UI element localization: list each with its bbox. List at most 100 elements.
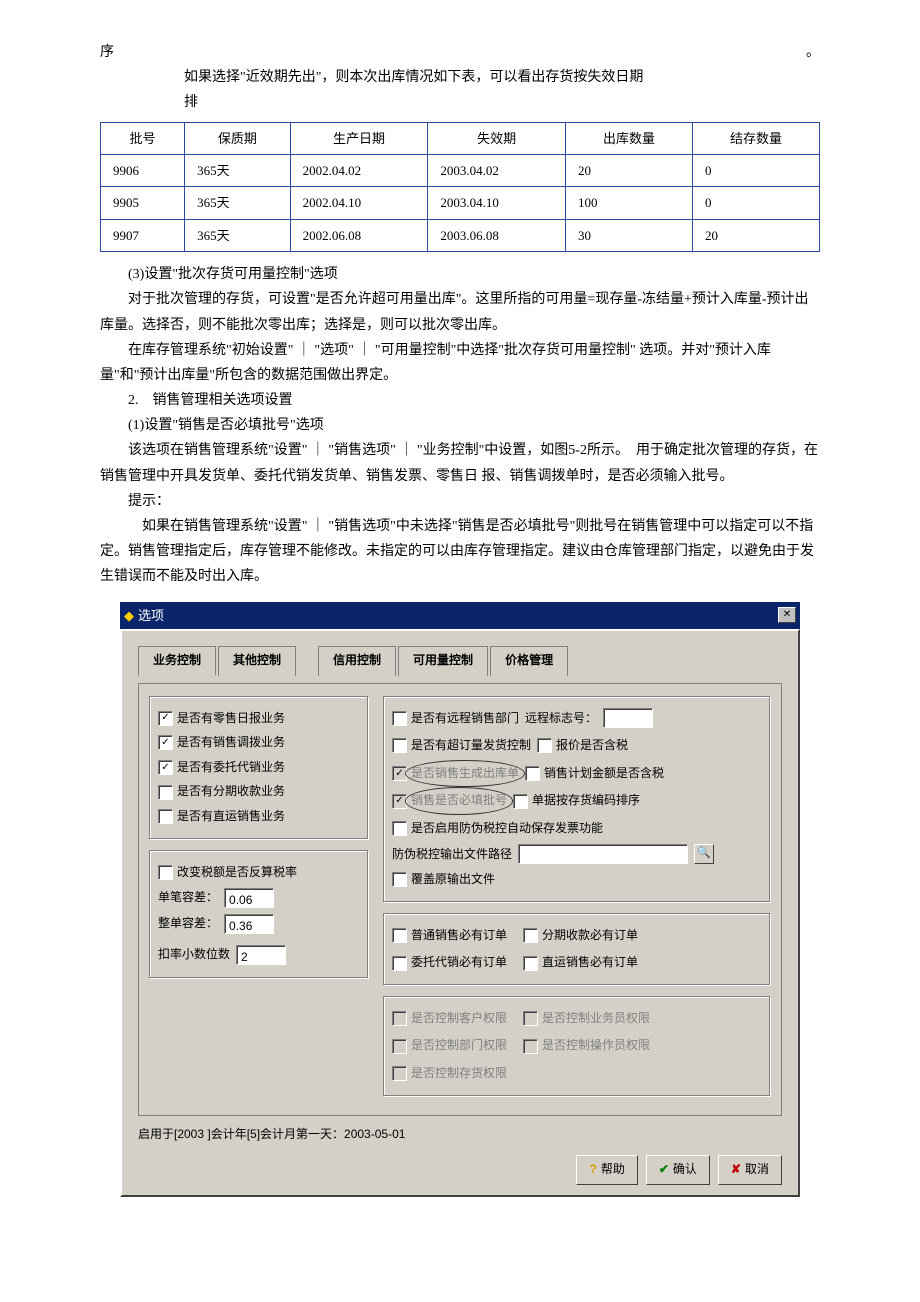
checkbox-icon bbox=[392, 766, 407, 781]
field-label: 单笔容差： bbox=[158, 887, 218, 909]
screenshot-dialog: ◆选项 ✕ 业务控制其他控制信用控制可用量控制价格管理 是否有零售日报业务是否有… bbox=[120, 602, 800, 1197]
checkbox-row[interactable]: 是否有超订量发货控制 bbox=[392, 735, 531, 757]
table-cell: 2002.04.02 bbox=[290, 154, 428, 186]
checkbox-row[interactable]: 是否启用防伪税控自动保存发票功能 bbox=[392, 818, 762, 840]
table-cell: 0 bbox=[692, 187, 819, 219]
checkbox-icon bbox=[392, 821, 407, 836]
rate-dec-row: 扣率小数位数 2 bbox=[158, 944, 360, 966]
checkbox-row[interactable]: 普通销售必有订单 bbox=[392, 925, 507, 947]
tab-4[interactable]: 价格管理 bbox=[490, 646, 568, 676]
doc-para: 提示： bbox=[100, 489, 820, 514]
check-label: 是否控制业务员权限 bbox=[542, 1008, 650, 1030]
checkbox-row[interactable]: 是否有零售日报业务 bbox=[158, 708, 360, 730]
checkbox-row[interactable]: 直运销售必有订单 bbox=[523, 952, 638, 974]
checkbox-icon bbox=[158, 760, 173, 775]
whole-diff-input[interactable]: 0.36 bbox=[224, 914, 274, 934]
checkbox-row[interactable]: 是否有远程销售部门 bbox=[392, 708, 519, 730]
right-group-b: 普通销售必有订单分期收款必有订单委托代销必有订单 直运销售必有订单 bbox=[383, 913, 771, 986]
checkbox-row[interactable]: 是否有委托代销业务 bbox=[158, 757, 360, 779]
doc-line: 排 bbox=[100, 90, 820, 115]
check-label: 是否控制操作员权限 bbox=[542, 1035, 650, 1057]
remote-flag-input[interactable] bbox=[603, 708, 653, 728]
check-composite-row: 销售是否必填批号 单据按存货编码排序 bbox=[392, 787, 762, 815]
titlebar: ◆ 选项 ✕ bbox=[120, 602, 800, 629]
rate-dec-input[interactable]: 2 bbox=[236, 945, 286, 965]
check-label: 报价是否含税 bbox=[556, 735, 628, 757]
help-icon: ? bbox=[589, 1159, 596, 1181]
tab-0[interactable]: 业务控制 bbox=[138, 646, 216, 676]
check-label: 是否有远程销售部门 bbox=[411, 708, 519, 730]
close-button[interactable]: ✕ bbox=[778, 607, 796, 623]
check-label: 是否控制存货权限 bbox=[411, 1063, 507, 1085]
effective-date-line: 启用于[2003 ]会计年[5]会计月第一天：2003-05-01 bbox=[138, 1124, 782, 1146]
check-pair-row: 是否控制存货权限 bbox=[392, 1060, 762, 1088]
cancel-button[interactable]: ✘取消 bbox=[718, 1155, 782, 1185]
check-composite-row: 是否销售生成出库单销售计划金额是否含税 bbox=[392, 760, 762, 788]
check-label: 委托代销必有订单 bbox=[411, 952, 507, 974]
doc-frag: 。 bbox=[806, 40, 820, 65]
table-cell: 9907 bbox=[101, 219, 185, 251]
app-icon: ◆ bbox=[124, 608, 134, 623]
checkbox-row[interactable]: 单据按存货编码排序 bbox=[513, 790, 640, 812]
table-cell: 2003.06.08 bbox=[428, 219, 566, 251]
table-cell: 30 bbox=[566, 219, 693, 251]
checkbox-row[interactable]: 覆盖原输出文件 bbox=[392, 869, 762, 891]
checkbox-icon bbox=[158, 865, 173, 880]
dialog-body: 业务控制其他控制信用控制可用量控制价格管理 是否有零售日报业务是否有销售调拨业务… bbox=[120, 629, 800, 1197]
checkbox-row[interactable]: 是否有销售调拨业务 bbox=[158, 732, 360, 754]
checkbox-icon bbox=[523, 928, 538, 943]
single-diff-row: 单笔容差： 0.06 bbox=[158, 887, 360, 909]
checkbox-icon bbox=[392, 928, 407, 943]
check-label: 单据按存货编码排序 bbox=[532, 790, 640, 812]
checkbox-row[interactable]: 是否有直运销售业务 bbox=[158, 806, 360, 828]
anti-tax-path-row: 防伪税控输出文件路径🔍 bbox=[392, 844, 762, 866]
table-row: 9905365天2002.04.102003.04.101000 bbox=[101, 187, 820, 219]
checkbox-icon bbox=[158, 785, 173, 800]
single-diff-input[interactable]: 0.06 bbox=[224, 888, 274, 908]
table-cell: 9905 bbox=[101, 187, 185, 219]
checkbox-row[interactable]: 销售计划金额是否含税 bbox=[525, 763, 664, 785]
doc-para: 在库存管理系统"初始设置" ｜ "选项" ｜ "可用量控制"中选择"批次存货可用… bbox=[100, 338, 820, 388]
check-pair-row: 是否控制部门权限 是否控制操作员权限 bbox=[392, 1032, 762, 1060]
checkbox-icon bbox=[158, 735, 173, 750]
tab-1[interactable]: 其他控制 bbox=[218, 646, 296, 676]
checkbox-row[interactable]: 报价是否含税 bbox=[537, 735, 628, 757]
anti-tax-path-input[interactable] bbox=[518, 844, 688, 864]
help-button[interactable]: ?帮助 bbox=[576, 1155, 637, 1185]
check-pair-row: 委托代销必有订单 直运销售必有订单 bbox=[392, 949, 762, 977]
check-label: 是否启用防伪税控自动保存发票功能 bbox=[411, 818, 603, 840]
tax-recalc-check[interactable]: 改变税额是否反算税率 bbox=[158, 862, 360, 884]
checkbox-icon bbox=[392, 1066, 407, 1081]
check-label: 是否控制客户权限 bbox=[411, 1008, 507, 1030]
checkbox-icon bbox=[158, 711, 173, 726]
table-cell: 20 bbox=[566, 154, 693, 186]
checkbox-row[interactable]: 分期收款必有订单 bbox=[523, 925, 638, 947]
check-label: 直运销售必有订单 bbox=[542, 952, 638, 974]
whole-diff-row: 整单容差： 0.36 bbox=[158, 913, 360, 935]
check-composite-row: 是否有远程销售部门远程标志号： bbox=[392, 705, 762, 733]
check-label: 是否有销售调拨业务 bbox=[177, 732, 285, 754]
browse-button[interactable]: 🔍 bbox=[694, 844, 714, 864]
tax-group: 改变税额是否反算税率 单笔容差： 0.06 整单容差： 0.36 扣率小数位数 … bbox=[149, 850, 369, 979]
checkbox-row[interactable]: 委托代销必有订单 bbox=[392, 952, 507, 974]
doc-frag: 序 bbox=[100, 45, 114, 60]
checkbox-row: 销售是否必填批号 bbox=[392, 790, 507, 812]
check-label: 是否有委托代销业务 bbox=[177, 757, 285, 779]
check-label: 普通销售必有订单 bbox=[411, 925, 507, 947]
tab-3[interactable]: 可用量控制 bbox=[398, 646, 488, 676]
check-label: 是否控制部门权限 bbox=[411, 1035, 507, 1057]
table-cell: 2002.06.08 bbox=[290, 219, 428, 251]
tab-2[interactable]: 信用控制 bbox=[318, 646, 396, 676]
checkbox-icon bbox=[525, 766, 540, 781]
checkbox-icon bbox=[392, 956, 407, 971]
check-label: 是否有零售日报业务 bbox=[177, 708, 285, 730]
tab-content: 是否有零售日报业务是否有销售调拨业务是否有委托代销业务是否有分期收款业务是否有直… bbox=[138, 683, 782, 1116]
data-table: 批号保质期生产日期失效期出库数量结存数量 9906365天2002.04.022… bbox=[100, 122, 820, 253]
checkbox-row[interactable]: 是否有分期收款业务 bbox=[158, 781, 360, 803]
ok-button[interactable]: ✔确认 bbox=[646, 1155, 710, 1185]
field-label: 扣率小数位数 bbox=[158, 944, 230, 966]
checkbox-row: 是否控制存货权限 bbox=[392, 1063, 507, 1085]
dialog-title: 选项 bbox=[138, 608, 164, 623]
doc-para: (1)设置"销售是否必填批号"选项 bbox=[100, 413, 820, 438]
table-cell: 365天 bbox=[185, 219, 291, 251]
